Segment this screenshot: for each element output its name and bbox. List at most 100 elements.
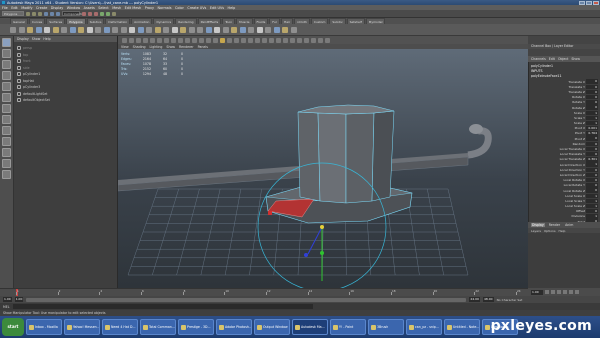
shelf-tool-icon[interactable] (61, 26, 67, 33)
taskbar-item[interactable]: Prestige - 3D... (178, 319, 214, 335)
select-hierarchy-icon[interactable] (44, 11, 48, 16)
viewport-tool-icon[interactable] (220, 37, 225, 43)
viewport-tool-icon[interactable] (262, 37, 267, 43)
channel-value[interactable]: 0 (586, 141, 598, 147)
viewport-tool-icon[interactable] (136, 37, 141, 43)
viewport-menu-renderer[interactable]: Renderer (179, 45, 194, 49)
start-button[interactable]: start (2, 318, 24, 336)
channel-row[interactable]: Rotate Y0 (531, 100, 598, 105)
channel-value[interactable]: 0.301 (586, 157, 598, 162)
viewport-tool-icon[interactable] (206, 37, 211, 43)
outliner-menu-show[interactable]: Show (32, 37, 41, 41)
channel-row[interactable]: Local Rotate X0 (531, 177, 598, 183)
viewport-tool-icon[interactable] (178, 37, 183, 43)
viewport-tool-icon[interactable] (171, 37, 176, 43)
channel-value[interactable]: 0 (586, 172, 598, 178)
viewport-tool-icon[interactable] (304, 37, 309, 43)
channel-value[interactable]: 0 (586, 152, 598, 157)
menu-normals[interactable]: Normals (158, 6, 172, 10)
shelf-tool-icon[interactable] (10, 26, 16, 33)
channel-row[interactable]: Local Direction Z0 (531, 172, 598, 178)
character-set-dropdown[interactable]: No Character Set (497, 298, 523, 302)
shelf-tool-icon[interactable] (290, 26, 297, 33)
viewport-tool-icon[interactable] (199, 37, 204, 43)
menu-assets[interactable]: Assets (84, 6, 95, 10)
command-input[interactable] (12, 304, 313, 309)
taskbar-item[interactable]: Y! - Paint (330, 319, 366, 335)
ipr-render-icon[interactable] (106, 11, 110, 16)
channel-value[interactable]: 0 (586, 188, 598, 193)
channel-row[interactable]: Local Scale X1 (531, 193, 598, 198)
layer-menu-help[interactable]: Help (559, 229, 566, 233)
channel-value[interactable]: 0 (586, 100, 598, 105)
menu-help[interactable]: Help (228, 6, 236, 10)
channel-value[interactable]: 0 (586, 167, 598, 172)
shelf-tool-icon[interactable] (180, 26, 186, 33)
channel-row[interactable]: Translate X0 (531, 79, 598, 84)
last-tool-icon[interactable] (2, 115, 11, 124)
persp-graph-layout-icon[interactable] (2, 159, 11, 168)
channel-value[interactable]: 0 (586, 183, 598, 188)
shelf-tool-icon[interactable] (154, 26, 161, 33)
shelf-tool-icon[interactable] (103, 26, 110, 33)
channel-row[interactable]: Local Direction X1 (531, 162, 598, 167)
viewport-tool-icon[interactable] (248, 37, 253, 43)
outliner-item[interactable]: defaultObjectSet (14, 97, 117, 104)
shelf-tool-icon[interactable] (205, 26, 212, 33)
taskbar-item[interactable]: can_pz - snip... (406, 319, 442, 335)
layer-tab-render[interactable]: Render (548, 223, 561, 227)
shelf-tool-icon[interactable] (171, 26, 178, 33)
close-button[interactable] (593, 0, 599, 5)
channel-row[interactable]: Scale Z1 (531, 120, 598, 126)
taskbar-item[interactable]: Output Window (254, 319, 290, 335)
time-slider[interactable]: 1 2 4 6 8 10 12 14 16 18 20 22 24 (0, 288, 528, 297)
select-component-icon[interactable] (56, 11, 60, 16)
channel-menu-channels[interactable]: Channels (531, 57, 546, 61)
menu-set-dropdown[interactable]: Polygons (2, 11, 24, 16)
taskbar-item[interactable]: Total Comman... (140, 319, 176, 335)
shelf-tool-icon[interactable] (27, 26, 33, 33)
taskbar-item[interactable]: Inbox - Mozilla (26, 319, 62, 335)
taskbar-item[interactable]: Need 4 Hat D... (102, 319, 138, 335)
menu-modify[interactable]: Modify (21, 6, 32, 10)
menu-edit-mesh[interactable]: Edit Mesh (125, 6, 142, 10)
select-tool-icon[interactable] (2, 38, 11, 47)
layer-menu-options[interactable]: Options (544, 229, 556, 233)
render-icon[interactable] (100, 11, 104, 16)
four-view-layout-icon[interactable] (2, 137, 11, 146)
persp-outliner-layout-icon[interactable] (2, 148, 11, 157)
channel-value[interactable]: 0 (586, 146, 598, 152)
channel-value[interactable]: 1 (586, 110, 598, 115)
shelf-tool-icon[interactable] (222, 26, 229, 33)
shelf-tool-icon[interactable] (146, 26, 152, 33)
taskbar-item[interactable]: Adobe Photosh... (216, 319, 252, 335)
shelf-tool-icon[interactable] (69, 26, 76, 33)
channel-value[interactable]: 1 (586, 198, 598, 204)
viewport-menu-show[interactable]: Show (166, 45, 175, 49)
channel-row[interactable]: Offset 0 (531, 209, 598, 214)
shelf-tool-icon[interactable] (256, 26, 263, 33)
shelf-tool-icon[interactable] (273, 26, 280, 33)
hypershade-layout-icon[interactable] (2, 170, 11, 179)
channel-value[interactable]: 0.764 (586, 131, 598, 136)
lasso-tool-icon[interactable] (2, 49, 11, 58)
viewport-menu-lighting[interactable]: Lighting (150, 45, 163, 49)
channel-value[interactable]: 1 (586, 120, 598, 126)
channel-value[interactable]: 0 (586, 209, 598, 214)
viewport-tool-icon[interactable] (269, 37, 274, 43)
menu-file[interactable]: File (2, 6, 8, 10)
shelf-tool-icon[interactable] (282, 26, 288, 33)
viewport-menu-view[interactable]: View (121, 45, 129, 49)
manip-handle-green[interactable] (320, 251, 324, 255)
play-backward-icon[interactable] (557, 290, 561, 294)
viewport-tool-icon[interactable] (185, 37, 190, 43)
rotate-tool-icon[interactable] (2, 82, 11, 91)
shelf-tool-icon[interactable] (197, 26, 203, 33)
menu-create[interactable]: Create (36, 6, 47, 10)
snap-grid-icon[interactable] (82, 11, 86, 16)
shelf-tool-icon[interactable] (95, 26, 101, 33)
range-bar[interactable] (26, 297, 467, 302)
new-scene-icon[interactable] (26, 11, 30, 16)
step-forward-icon[interactable] (569, 290, 573, 294)
shelf-tool-icon[interactable] (265, 26, 271, 33)
